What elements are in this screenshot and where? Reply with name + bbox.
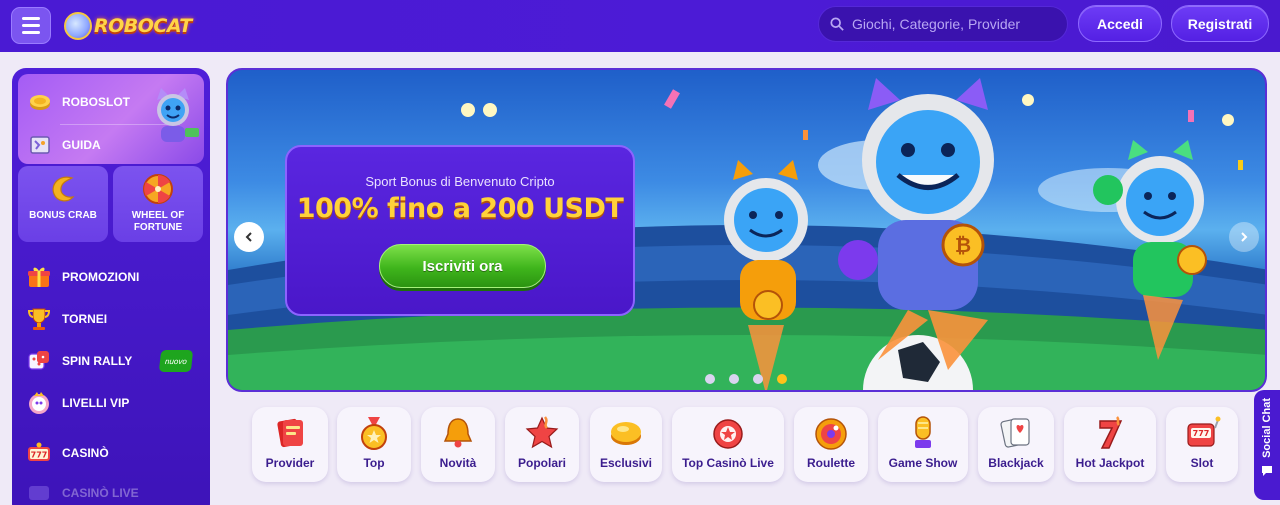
sidebar-item-label: TORNEI (62, 312, 108, 326)
category-hot-jackpot[interactable]: Hot Jackpot (1064, 407, 1156, 482)
category-label: Top Casinò Live (682, 456, 774, 470)
seven-icon (1099, 416, 1123, 449)
promo-subtitle: Sport Bonus di Benvenuto Cripto (365, 174, 555, 189)
category-label: Esclusivi (599, 456, 653, 470)
category-blackjack[interactable]: Blackjack (978, 407, 1054, 482)
sidebar-item-tornei[interactable]: TORNEI (26, 305, 196, 333)
menu-icon-bar (22, 31, 40, 34)
search-icon (830, 17, 844, 31)
sidebar-item-casino-live[interactable]: CASINÒ LIVE (26, 479, 196, 505)
svg-text:777: 777 (31, 451, 48, 460)
tile-bonus-crab[interactable]: BONUS CRAB (18, 166, 108, 242)
category-top[interactable]: Top (337, 407, 411, 482)
category-label: Popolari (517, 456, 566, 470)
category-popolari[interactable]: Popolari (505, 407, 579, 482)
category-label: Novità (439, 456, 477, 470)
tile-wheel-of-fortune[interactable]: WHEEL OF FORTUNE (113, 166, 203, 242)
roulette-icon (815, 418, 847, 450)
robot-cat-mascot-icon (157, 88, 199, 142)
promo-banner[interactable]: ₿ Sport Bonus di Benvenuto Cripto 100% f… (226, 68, 1267, 392)
tile-label: WHEEL OF FORTUNE (131, 210, 185, 233)
category-label: Hot Jackpot (1075, 456, 1145, 470)
carousel-dot-active[interactable] (777, 374, 787, 384)
category-provider[interactable]: Provider (252, 407, 328, 482)
social-chat-label: Social Chat (1261, 398, 1273, 458)
medal-icon (361, 417, 387, 450)
chip-icon (713, 419, 743, 449)
category-label: Game Show (888, 456, 958, 470)
bell-icon (443, 418, 473, 448)
star-icon (525, 416, 559, 449)
category-label: Roulette (807, 456, 855, 470)
carousel-dots (705, 374, 787, 384)
trophy-icon (27, 308, 51, 330)
register-button[interactable]: Registrati (1171, 5, 1269, 42)
sidebar-item-promozioni[interactable]: PROMOZIONI (26, 263, 196, 291)
login-button[interactable]: Accedi (1078, 5, 1162, 42)
vip-icon (29, 392, 49, 414)
cat-logo-icon (64, 12, 92, 40)
category-roulette[interactable]: Roulette (794, 407, 868, 482)
provider-cards-icon (277, 418, 303, 448)
category-label: Slot (1190, 456, 1214, 470)
chevron-left-icon (245, 232, 252, 242)
sidebar-item-label: CASINÒ LIVE (62, 486, 139, 500)
slot-777-icon: 777 (28, 442, 50, 461)
crab-claw-icon (52, 176, 75, 202)
microphone-icon (915, 416, 931, 448)
category-novita[interactable]: Novità (421, 407, 495, 482)
category-label: Provider (265, 456, 315, 470)
chevron-right-icon (1241, 232, 1248, 242)
category-label: Top (363, 456, 385, 470)
new-badge: nuovo (158, 350, 194, 372)
sidebar-item-roboslot[interactable]: ROBOSLOT (28, 88, 130, 116)
sidebar-item-guida[interactable]: GUIDA (28, 131, 101, 159)
sidebar-item-label: PROMOZIONI (62, 270, 140, 284)
sidebar-item-label: SPIN RALLY (62, 354, 133, 368)
svg-text:777: 777 (1193, 429, 1210, 438)
sidebar-item-label: CASINÒ (62, 446, 109, 460)
top-header: ROBOCAT Accedi Registrati (0, 0, 1280, 52)
sidebar-item-livelli-vip[interactable]: LIVELLI VIP (26, 389, 196, 417)
svg-text:₿: ₿ (955, 233, 971, 257)
sidebar: ROBOSLOT GUIDA BONUS CRAB WHEEL OF FORTU… (12, 68, 210, 505)
map-icon (30, 136, 50, 154)
category-top-casino-live[interactable]: Top Casinò Live (672, 407, 784, 482)
chat-icon (1262, 465, 1272, 476)
carousel-next-button[interactable] (1229, 222, 1259, 252)
slot-machine-icon: 777 (1187, 416, 1221, 447)
promo-card: Sport Bonus di Benvenuto Cripto 100% fin… (285, 145, 635, 316)
dice-icon (28, 351, 49, 370)
signup-button[interactable]: Iscriviti ora (379, 244, 546, 288)
live-icon (29, 486, 49, 500)
category-esclusivi[interactable]: Esclusivi (590, 407, 662, 482)
menu-icon-bar (22, 17, 40, 20)
carousel-dot[interactable] (729, 374, 739, 384)
promo-title: 100% fino a 200 USDT (296, 193, 624, 224)
menu-icon-bar (22, 24, 40, 27)
search-input[interactable] (852, 16, 1052, 32)
menu-button[interactable] (11, 7, 51, 44)
logo-text: ROBOCAT (94, 15, 192, 37)
roboslot-card: ROBOSLOT GUIDA (18, 74, 204, 164)
social-chat-tab[interactable]: Social Chat (1254, 390, 1280, 500)
carousel-dot[interactable] (753, 374, 763, 384)
carousel-prev-button[interactable] (234, 222, 264, 252)
sidebar-item-label: LIVELLI VIP (62, 396, 130, 410)
category-label: Blackjack (988, 456, 1044, 470)
category-game-show[interactable]: Game Show (878, 407, 968, 482)
coin-icon (30, 95, 50, 110)
category-slot[interactable]: 777 Slot (1166, 407, 1238, 482)
sidebar-item-label: ROBOSLOT (62, 95, 130, 109)
sidebar-item-label: GUIDA (62, 138, 101, 152)
gem-icon (611, 422, 641, 445)
carousel-dot[interactable] (705, 374, 715, 384)
search-box[interactable] (818, 6, 1068, 42)
gift-icon (28, 267, 50, 287)
tile-label: BONUS CRAB (29, 210, 97, 221)
cards-icon (1000, 418, 1030, 448)
robocat-logo[interactable]: ROBOCAT (64, 6, 194, 46)
sidebar-item-casino[interactable]: 777 CASINÒ (26, 439, 196, 467)
wheel-icon (143, 174, 173, 204)
